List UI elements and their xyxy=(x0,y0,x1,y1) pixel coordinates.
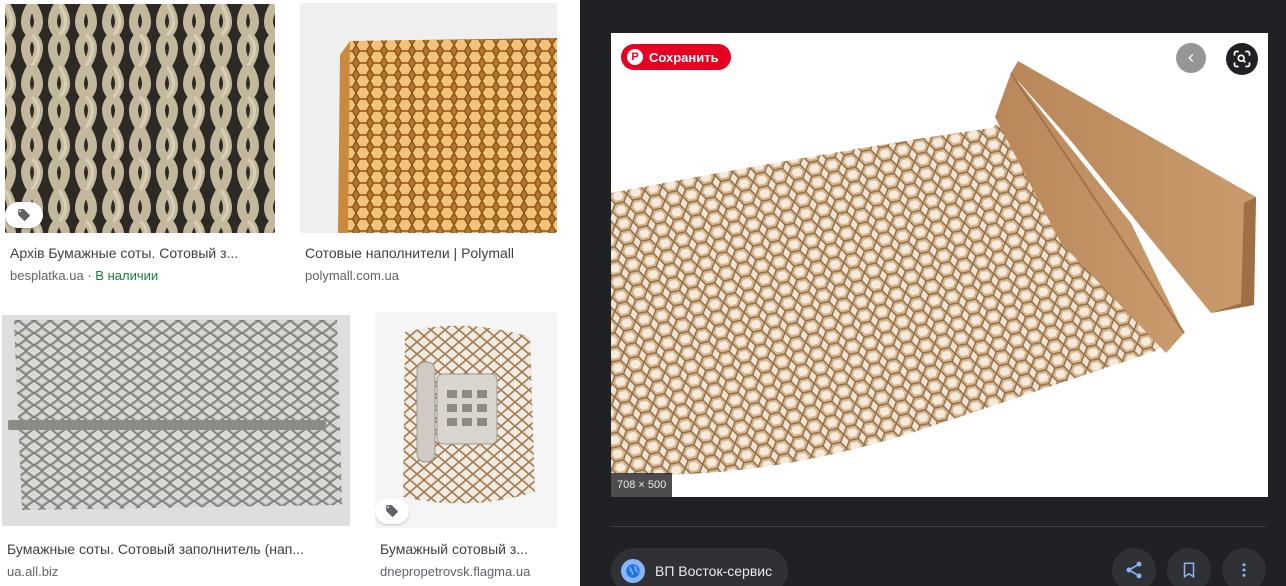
pinterest-icon: P xyxy=(627,49,643,65)
availability-badge: В наличии xyxy=(95,268,159,283)
preview-image-graphic xyxy=(611,33,1268,497)
tag-icon xyxy=(18,209,30,221)
more-vert-icon xyxy=(1242,563,1246,577)
source-domain: besplatka.ua xyxy=(10,268,84,283)
result-title[interactable]: Сотовые наполнители | Polymall xyxy=(305,245,560,261)
chevron-left-icon xyxy=(1188,54,1194,62)
result-source: ua.all.biz xyxy=(7,564,59,579)
source-separator: · xyxy=(83,268,96,283)
product-tag-badge[interactable] xyxy=(5,202,43,228)
result-source: polymall.com.ua xyxy=(305,268,399,283)
product-tag-badge[interactable] xyxy=(375,498,409,524)
globe-icon xyxy=(621,559,645,583)
previous-image-button[interactable] xyxy=(1176,43,1206,73)
result-source: dnepropetrovsk.flagma.ua xyxy=(380,564,531,579)
save-to-collection-button[interactable] xyxy=(1167,548,1211,586)
bookmark-icon xyxy=(1183,562,1195,579)
result-title[interactable]: Бумажный сотовый з... xyxy=(380,541,560,557)
result-card[interactable]: Бумажный сотовый з... dnepropetrovsk.fla… xyxy=(370,310,570,586)
pinterest-save-button[interactable]: P Сохранить xyxy=(621,44,731,70)
image-dimensions: 708 × 500 xyxy=(611,473,673,497)
source-site-chip[interactable]: ВП Восток-сервис xyxy=(611,548,789,586)
save-label: Сохранить xyxy=(649,49,719,65)
result-title[interactable]: Бумажные соты. Сотовый заполнитель (нап.… xyxy=(7,541,347,557)
more-options-button[interactable] xyxy=(1222,548,1266,586)
tag-icon xyxy=(386,505,398,517)
result-thumbnail[interactable] xyxy=(2,315,350,526)
source-site-name: ВП Восток-сервис xyxy=(655,563,773,579)
preview-image[interactable]: P Сохранить 708 × 500 xyxy=(611,33,1268,497)
lens-search-button[interactable] xyxy=(1226,43,1258,75)
result-thumbnail[interactable] xyxy=(300,3,557,233)
result-thumbnail[interactable] xyxy=(375,312,557,528)
result-card[interactable]: Бумажные соты. Сотовый заполнитель (нап.… xyxy=(0,310,360,586)
result-thumbnail[interactable] xyxy=(5,4,275,233)
panel-divider xyxy=(611,526,1266,527)
result-source: besplatka.ua · В наличии xyxy=(10,268,158,283)
image-results-grid: Архів Бумажные соты. Сотовый з... bespla… xyxy=(0,0,580,586)
result-title[interactable]: Архів Бумажные соты. Сотовый з... xyxy=(10,245,270,261)
image-search-page: Архів Бумажные соты. Сотовый з... bespla… xyxy=(0,0,1286,586)
result-card[interactable]: Сотовые наполнители | Polymall polymall.… xyxy=(295,0,565,300)
lens-search-icon xyxy=(1233,50,1251,68)
result-card[interactable]: Архів Бумажные соты. Сотовый з... bespla… xyxy=(0,0,290,300)
image-preview-panel: P Сохранить 708 × 500 ВП Восток-сервис xyxy=(580,0,1286,586)
share-button[interactable] xyxy=(1112,548,1156,586)
share-icon xyxy=(1126,561,1142,579)
